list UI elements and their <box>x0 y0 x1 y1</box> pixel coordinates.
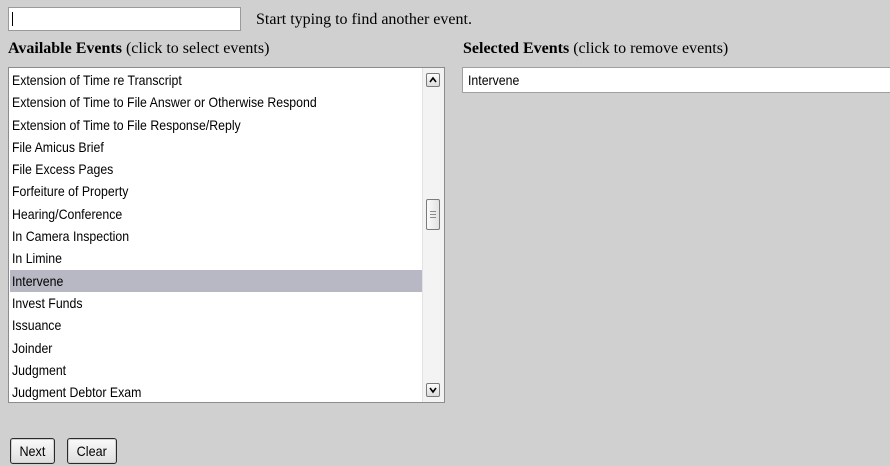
event-search-input[interactable] <box>8 7 241 31</box>
available-event-label: Hearing/Conference <box>12 205 123 222</box>
available-event-label: Joinder <box>12 339 53 356</box>
selected-event-label: Intervene <box>468 72 520 88</box>
next-button-label: Next <box>19 443 46 459</box>
available-event-label: Intervene <box>12 272 64 289</box>
clear-button[interactable]: Clear <box>67 438 117 464</box>
list-scrollbar[interactable] <box>422 68 444 402</box>
available-event-item[interactable]: File Amicus Brief <box>10 136 424 158</box>
available-event-item[interactable]: Judgment Debtor Exam <box>10 381 424 402</box>
available-events-list[interactable]: Extension of Time re Transcript Extension… <box>8 67 445 403</box>
selected-events-note: (click to remove events) <box>573 40 729 57</box>
available-events-heading: Available Events (click to select events… <box>8 40 269 58</box>
available-event-label: Forfeiture of Property <box>12 183 129 200</box>
available-event-label: Issuance <box>12 317 62 334</box>
available-event-label: Judgment <box>12 361 67 378</box>
available-event-item[interactable]: In Camera Inspection <box>10 225 424 247</box>
clear-button-label: Clear <box>76 443 108 459</box>
available-event-label: In Camera Inspection <box>12 228 130 245</box>
available-event-item[interactable]: Extension of Time re Transcript <box>10 69 424 91</box>
selected-events-title: Selected Events <box>463 40 570 57</box>
chevron-up-icon <box>429 76 437 83</box>
selected-events-heading: Selected Events (click to remove events) <box>463 40 728 58</box>
available-event-item[interactable]: Intervene <box>10 269 424 292</box>
grip-line-icon <box>430 214 436 215</box>
scroll-up-button[interactable] <box>426 73 440 87</box>
search-hint-text: Start typing to find another event. <box>256 11 472 28</box>
available-event-label: Invest Funds <box>12 294 83 311</box>
chevron-down-icon <box>429 387 437 394</box>
grip-line-icon <box>430 211 436 212</box>
available-events-note: (click to select events) <box>125 40 270 57</box>
available-event-item[interactable]: File Excess Pages <box>10 158 424 180</box>
scroll-down-button[interactable] <box>426 383 440 397</box>
available-event-label: Judgment Debtor Exam <box>12 384 142 401</box>
available-event-label: Extension of Time to File Response/Reply <box>12 116 241 133</box>
available-events-items: Extension of Time re Transcript Extension… <box>10 69 424 402</box>
available-event-item[interactable]: Issuance <box>10 314 424 336</box>
available-event-item[interactable]: Extension of Time to File Answer or Othe… <box>10 91 424 113</box>
available-event-item[interactable]: Forfeiture of Property <box>10 180 424 202</box>
available-event-label: File Amicus Brief <box>12 138 104 155</box>
available-event-item[interactable]: Invest Funds <box>10 292 424 314</box>
grip-line-icon <box>430 217 436 218</box>
available-event-item[interactable]: Extension of Time to File Response/Reply <box>10 114 424 136</box>
available-event-item[interactable]: Hearing/Conference <box>10 203 424 225</box>
available-event-label: Extension of Time to File Answer or Othe… <box>12 94 317 111</box>
available-event-item[interactable]: Joinder <box>10 337 424 359</box>
scroll-thumb[interactable] <box>426 199 440 230</box>
available-event-item[interactable]: Judgment <box>10 359 424 381</box>
available-event-label: Extension of Time re Transcript <box>12 72 182 88</box>
available-event-label: File Excess Pages <box>12 161 114 178</box>
text-caret <box>12 12 13 26</box>
next-button[interactable]: Next <box>10 438 55 464</box>
selected-events-list[interactable]: Intervene <box>462 67 890 93</box>
available-events-title: Available Events <box>8 40 122 57</box>
selected-event-item[interactable]: Intervene <box>468 70 526 90</box>
available-event-label: In Limine <box>12 250 62 267</box>
available-event-item[interactable]: In Limine <box>10 247 424 269</box>
